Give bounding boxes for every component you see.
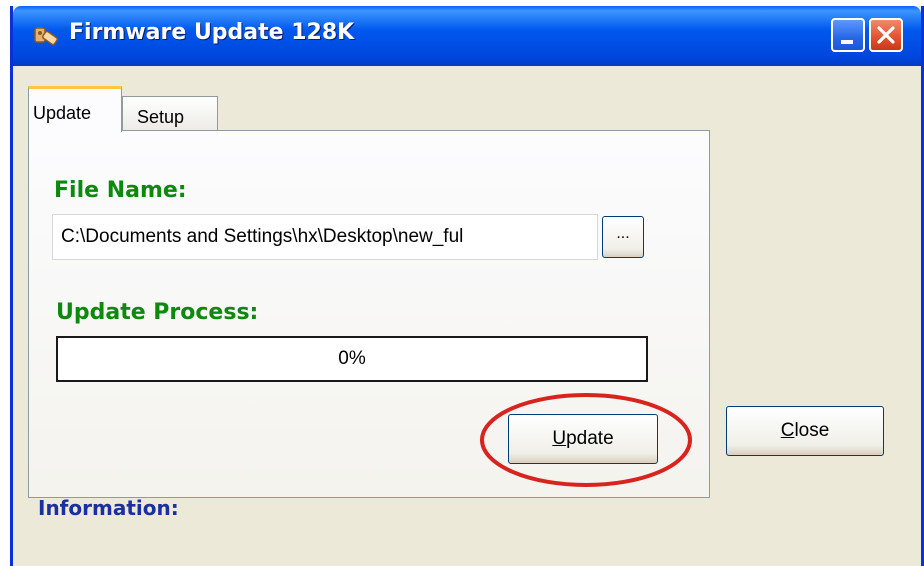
update-button[interactable]: Update — [508, 414, 658, 464]
close-window-button[interactable] — [869, 18, 903, 52]
update-button-label: pdate — [566, 428, 614, 449]
minimize-icon — [841, 40, 853, 44]
minimize-button[interactable] — [831, 18, 865, 52]
close-icon — [877, 26, 895, 44]
tool-icon — [34, 27, 58, 46]
tab-update[interactable]: Update — [28, 86, 122, 132]
tab-setup[interactable]: Setup — [122, 96, 218, 132]
close-button-mnemonic: C — [780, 420, 795, 441]
information-label: Information: — [38, 496, 179, 520]
file-name-label: File Name: — [54, 178, 187, 203]
title-bar[interactable]: Firmware Update 128K — [13, 6, 921, 66]
update-button-mnemonic: U — [552, 428, 567, 449]
browse-button[interactable]: ... — [602, 216, 644, 258]
progress-percent: 0% — [338, 348, 366, 369]
close-button[interactable]: Close — [726, 406, 884, 456]
file-path-field[interactable]: C:\Documents and Settings\hx\Desktop\new… — [52, 214, 598, 260]
update-process-label: Update Process: — [56, 300, 259, 325]
tab-update-label: Update — [33, 103, 92, 123]
close-button-label: lose — [794, 420, 830, 441]
tab-setup-label: Setup — [137, 107, 185, 127]
window-title: Firmware Update 128K — [69, 20, 355, 45]
update-progress-bar: 0% — [56, 336, 648, 382]
